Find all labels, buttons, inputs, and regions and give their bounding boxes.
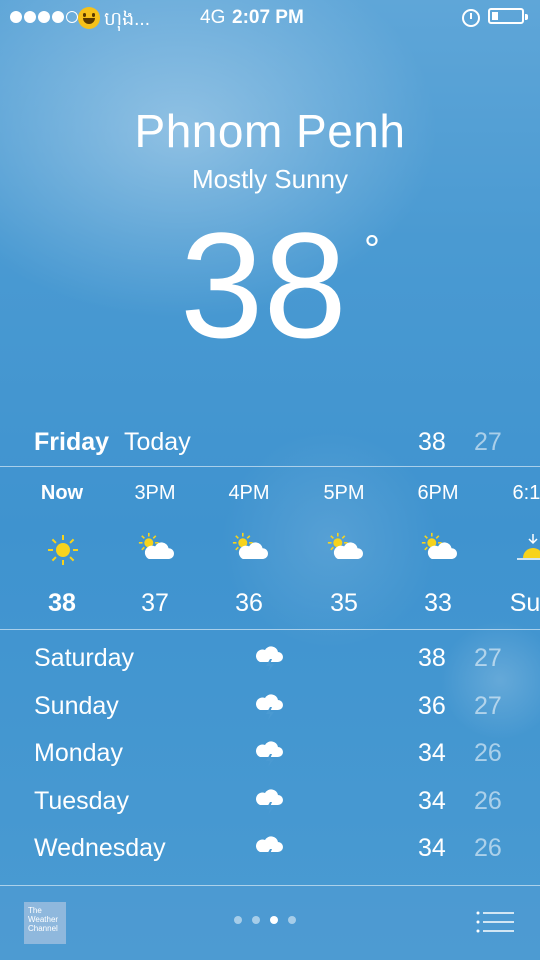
- day-name: Sunday: [34, 691, 119, 720]
- day-low: 26: [474, 834, 502, 862]
- hourly-item: 3PM 37: [110, 482, 200, 622]
- hour-label: 4PM: [228, 482, 270, 504]
- day-low: 27: [474, 691, 502, 720]
- hourly-item: 4PM 36: [204, 482, 294, 622]
- today-summary: Friday Today 38 27: [0, 428, 540, 464]
- day-low: 26: [474, 739, 502, 767]
- day-name: Monday: [34, 739, 123, 767]
- battery-icon: [488, 8, 528, 24]
- daily-row: Tuesday 34 26: [0, 787, 540, 827]
- day-low: 26: [474, 786, 502, 815]
- smiley-icon: [78, 7, 100, 29]
- divider: [0, 629, 540, 630]
- partly-cloudy-icon: [421, 532, 457, 568]
- degree-symbol: °: [364, 228, 380, 272]
- alarm-icon: [462, 9, 480, 27]
- page-indicator[interactable]: [234, 916, 296, 924]
- page-dot[interactable]: [288, 916, 296, 924]
- city-list-icon[interactable]: [476, 910, 514, 934]
- current-temperature: 38: [180, 201, 347, 369]
- hour-label: 5PM: [323, 482, 365, 504]
- hourly-item: 6:12 Sun: [487, 482, 540, 622]
- today-high: 38: [418, 428, 446, 456]
- hour-label: Now: [40, 482, 84, 504]
- day-high: 36: [418, 691, 446, 720]
- city-name: Phnom Penh: [134, 105, 406, 157]
- page-dot[interactable]: [252, 916, 260, 924]
- thunderstorm-icon: [254, 737, 286, 769]
- partly-cloudy-icon: [232, 532, 268, 568]
- signal-strength-icon: [10, 11, 78, 23]
- day-high: 38: [418, 644, 446, 672]
- day-high: 34: [418, 834, 446, 862]
- today-low: 27: [474, 428, 502, 456]
- day-high: 34: [418, 786, 446, 815]
- page-dot[interactable]: [234, 916, 242, 924]
- hour-temperature: 38: [48, 589, 76, 617]
- daily-row: Wednesday 34 26: [0, 834, 540, 874]
- daily-row: Monday 34 26: [0, 739, 540, 779]
- partly-cloudy-icon: [138, 532, 174, 568]
- day-name: Wednesday: [34, 834, 166, 862]
- hour-label: 3PM: [134, 482, 176, 504]
- today-day: Friday: [34, 428, 110, 456]
- hour-temperature: 36: [235, 589, 263, 617]
- today-label: Today: [124, 428, 191, 456]
- day-high: 34: [418, 739, 446, 767]
- thunderstorm-icon: [254, 785, 286, 817]
- hour-temperature: 33: [424, 589, 452, 617]
- network-type: 4G: [200, 7, 226, 28]
- page-dot[interactable]: [270, 916, 278, 924]
- carrier-name: ហុង...: [104, 9, 150, 30]
- hour-label: 6:12: [512, 482, 540, 504]
- daily-row: Saturday 38 27: [0, 644, 540, 684]
- status-bar: ហុង... 4G 2:07 PM: [0, 0, 540, 36]
- weather-condition: Mostly Sunny: [191, 164, 349, 194]
- hour-temperature: Sun: [509, 589, 540, 617]
- hourly-item: 5PM 35: [299, 482, 389, 622]
- thunderstorm-icon: [254, 642, 286, 674]
- hourly-item: 6PM 33: [393, 482, 483, 622]
- weather-channel-logo[interactable]: The Weather Channel: [24, 902, 66, 944]
- thunderstorm-icon: [254, 690, 286, 722]
- thunderstorm-icon: [254, 832, 286, 864]
- hour-label: 6PM: [417, 482, 459, 504]
- sun-icon: [45, 532, 81, 568]
- status-time: 2:07 PM: [232, 7, 304, 28]
- divider: [0, 466, 540, 467]
- partly-cloudy-icon: [327, 532, 363, 568]
- day-low: 27: [474, 644, 502, 672]
- day-name: Tuesday: [34, 786, 129, 815]
- hourly-item: Now 38: [17, 482, 107, 622]
- day-name: Saturday: [34, 644, 135, 672]
- hour-temperature: 35: [330, 589, 358, 617]
- hour-temperature: 37: [141, 589, 169, 617]
- sunset-icon: [515, 532, 540, 568]
- daily-row: Sunday 36 27: [0, 692, 540, 732]
